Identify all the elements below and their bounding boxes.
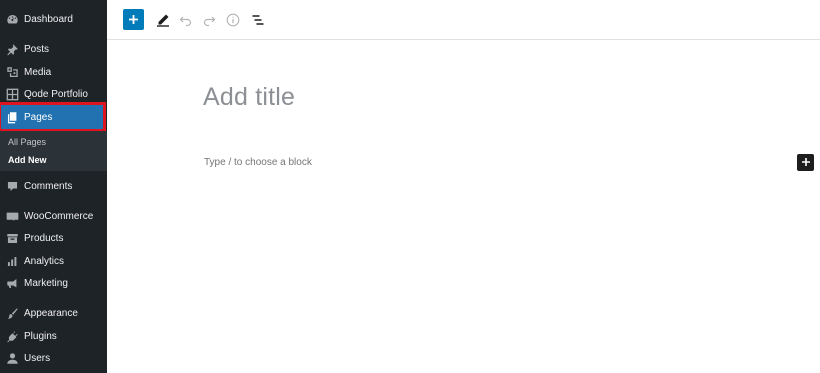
list-view-button[interactable] [247,9,268,30]
submenu-all-pages[interactable]: All Pages [8,137,46,147]
list-view-icon [251,13,265,27]
details-button[interactable] [222,9,243,30]
editor-canvas: Add title Type / to choose a block [107,41,820,373]
sidebar-item-label: Posts [24,43,50,55]
sidebar-item-comments[interactable]: Comments [0,175,107,197]
media-icon [6,66,19,79]
editor-toolbar [107,0,820,40]
sidebar-item-label: Users [24,352,51,364]
post-title-input[interactable]: Add title [203,83,295,112]
tools-button[interactable] [152,9,173,30]
comment-icon [6,180,19,193]
archive-icon [6,232,19,245]
sidebar-item-users[interactable]: Users [0,347,107,369]
sidebar-item-pages[interactable]: Pages [0,102,106,132]
sidebar-item-label: Appearance [24,307,78,319]
sidebar-item-label: Comments [24,180,73,192]
pin-icon [6,43,19,56]
redo-icon [202,13,216,27]
block-placeholder[interactable]: Type / to choose a block [204,157,312,168]
sidebar-item-woocommerce[interactable]: WooCommerce [0,205,107,227]
sidebar-item-dashboard[interactable]: Dashboard [0,8,107,30]
sidebar-item-label: Dashboard [24,13,73,25]
pages-icon [6,111,19,124]
admin-sidebar: Dashboard Posts Media Qode Portfolio Pag… [0,0,107,373]
sidebar-item-label: Media [24,66,52,78]
sidebar-item-media[interactable]: Media [0,61,107,83]
sidebar-item-label: Pages [24,111,53,123]
redo-button[interactable] [198,9,219,30]
pages-submenu: All Pages Add New [0,131,107,171]
sidebar-item-label: Analytics [24,255,65,267]
woocommerce-icon [6,210,19,223]
sidebar-item-marketing[interactable]: Marketing [0,272,107,294]
plug-icon [6,330,19,343]
sidebar-item-products[interactable]: Products [0,227,107,249]
sidebar-item-posts[interactable]: Posts [0,38,107,60]
info-icon [226,13,240,27]
sidebar-item-label: Plugins [24,330,57,342]
megaphone-icon [6,277,19,290]
sidebar-item-label: Qode Portfolio [24,88,88,100]
sidebar-item-appearance[interactable]: Appearance [0,302,107,324]
submenu-add-new[interactable]: Add New [8,155,47,165]
sidebar-item-qode-portfolio[interactable]: Qode Portfolio [0,83,107,105]
grid-icon [6,88,19,101]
undo-button[interactable] [175,9,196,30]
sidebar-item-label: Products [24,232,64,244]
bar-chart-icon [6,255,19,268]
brush-icon [6,307,19,320]
plus-icon [801,154,811,172]
undo-icon [179,13,193,27]
user-icon [6,352,19,365]
add-block-button[interactable] [123,9,144,30]
plus-icon [128,14,139,25]
pencil-icon [156,13,170,27]
sidebar-item-plugins[interactable]: Plugins [0,325,107,347]
inline-add-block-button[interactable] [797,154,814,171]
sidebar-item-label: WooCommerce [24,210,94,222]
sidebar-item-analytics[interactable]: Analytics [0,250,107,272]
dashboard-icon [6,13,19,26]
sidebar-item-label: Marketing [24,277,68,289]
